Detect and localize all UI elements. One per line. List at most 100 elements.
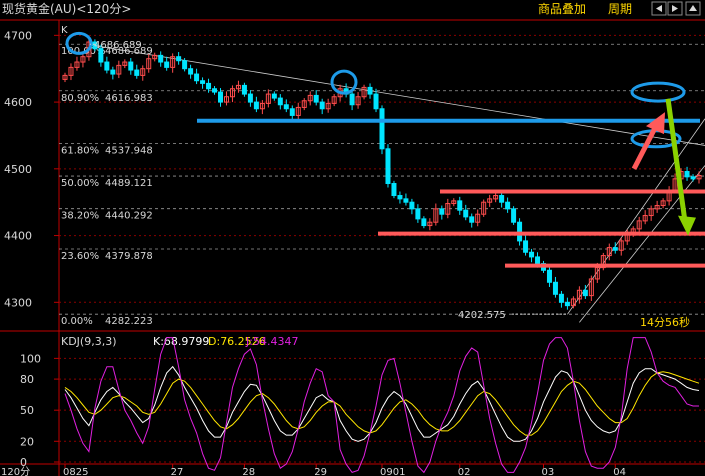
- fib-level-label: 61.80%: [61, 145, 99, 156]
- fib-level-label: 38.20%: [61, 211, 99, 222]
- candle-down: [564, 301, 570, 307]
- candle-down: [415, 208, 421, 220]
- candle-down: [182, 60, 188, 70]
- candle-down: [684, 170, 690, 178]
- x-tick-label: 0901: [380, 467, 405, 476]
- high-value-label: 4686.689: [94, 40, 142, 51]
- fib-value-label: 4537.948: [105, 145, 153, 156]
- price-tick-label: 4400: [4, 230, 32, 243]
- candle-down: [409, 201, 415, 210]
- chart-canvas: 现货黄金(AU)<120分> 商品叠加 周期 K 4300 4400 4500 460…: [0, 1, 705, 476]
- x-tick-label: 04: [613, 467, 626, 476]
- kdj-indicator-label: KDJ(9,3,3): [61, 335, 117, 348]
- price-tick-label: 4500: [4, 163, 32, 176]
- candle-down: [529, 251, 535, 258]
- fib-value-label: 4440.292: [105, 211, 153, 222]
- kdj-tick-label: 100: [20, 352, 41, 365]
- candle-down: [218, 91, 224, 103]
- overlay-symbol-button[interactable]: 商品叠加: [538, 1, 586, 16]
- chart-title: 现货黄金(AU)<120分>: [2, 1, 131, 16]
- candle-down: [200, 80, 206, 84]
- candle-down: [469, 216, 475, 223]
- fib-value-label: 4489.121: [105, 178, 153, 189]
- candle-down: [391, 183, 397, 197]
- window-header: 现货黄金(AU)<120分> 商品叠加 周期: [2, 1, 701, 16]
- candle-down: [690, 176, 696, 180]
- kdj-panel: KDJ(9,3,3) K:68.9799 D:76.2526 J:54.4347…: [20, 335, 705, 474]
- candle-down: [385, 148, 391, 185]
- kdj-line-d: [64, 371, 700, 436]
- price-tick-label: 4700: [4, 29, 32, 42]
- kdj-tick-label: 50: [20, 404, 34, 417]
- fib-value-label: 4616.983: [105, 93, 153, 104]
- candle-down: [289, 108, 295, 116]
- fib-level-label: 50.00%: [61, 178, 99, 189]
- candle-down: [535, 256, 541, 265]
- candle-down: [134, 69, 140, 76]
- low-value-label: 4202.575: [458, 310, 506, 321]
- candle-down: [176, 56, 182, 62]
- candle-down: [612, 247, 618, 251]
- candle-down: [517, 221, 523, 242]
- candle-down: [277, 97, 283, 106]
- arrow-left-icon[interactable]: [651, 1, 667, 16]
- annotation-arrow-down: [665, 98, 688, 222]
- kdj-k-label: K:68.9799: [153, 335, 209, 348]
- candle-down: [319, 101, 325, 110]
- candle-down: [128, 61, 134, 71]
- candle-down: [397, 195, 403, 200]
- candle-down: [552, 281, 558, 295]
- candle-down: [457, 200, 463, 211]
- candle-down: [463, 209, 469, 218]
- candle-down: [164, 61, 170, 68]
- candle-down: [241, 84, 247, 95]
- time-axis: 120分 0825 27 28 29 0901 02 03 04: [1, 464, 626, 476]
- countdown-timer: 14分56秒: [640, 315, 690, 329]
- candle-down: [212, 88, 218, 93]
- annotation-ellipse: [630, 81, 686, 103]
- candle-down: [158, 54, 164, 63]
- x-tick-label: 0825: [63, 467, 88, 476]
- x-tick-label: 27: [171, 467, 184, 476]
- fib-level-label: 23.60%: [61, 251, 99, 262]
- candle-down: [194, 73, 200, 82]
- candle-down: [188, 68, 194, 75]
- price-tick-label: 4600: [4, 96, 32, 109]
- fib-value-label: 4282.223: [105, 316, 153, 327]
- candle-down: [403, 198, 409, 203]
- candle-down: [373, 93, 379, 110]
- price-tick-label: 4300: [4, 296, 32, 309]
- candle-down: [283, 104, 289, 110]
- candle-down: [367, 86, 373, 95]
- candle-down: [247, 93, 253, 103]
- x-tick-label: 29: [314, 467, 327, 476]
- period-button[interactable]: 周期: [608, 2, 632, 16]
- x-tick-label: 03: [541, 467, 554, 476]
- fib-value-label: 4379.878: [105, 251, 153, 262]
- panel-corner-label: K: [61, 25, 68, 36]
- kdj-tick-label: 80: [20, 373, 34, 386]
- candle-down: [511, 208, 517, 223]
- candle-down: [558, 293, 564, 303]
- candle-down: [104, 61, 110, 71]
- arrow-up-icon[interactable]: [685, 1, 701, 16]
- kdj-j-label: J:54.4347: [245, 335, 298, 348]
- arrow-right-icon[interactable]: [667, 1, 683, 16]
- candle-down: [523, 240, 529, 253]
- kdj-tick-label: 20: [20, 435, 34, 448]
- fib-level-label: 80.90%: [61, 93, 99, 104]
- candle-down: [313, 94, 319, 103]
- candle-down: [499, 195, 505, 203]
- candle-down: [253, 101, 259, 110]
- candle-down: [505, 201, 511, 210]
- candle-down: [439, 208, 445, 215]
- candle-down: [206, 82, 212, 90]
- candle-down: [379, 108, 385, 150]
- candle-down: [582, 289, 588, 297]
- period-axis-label: 120分: [1, 466, 30, 476]
- trend-line-upper: [88, 44, 705, 146]
- candle-down: [546, 269, 552, 283]
- candle-down: [349, 93, 355, 106]
- channel-line-lower: [579, 165, 705, 323]
- candle-down: [421, 218, 427, 227]
